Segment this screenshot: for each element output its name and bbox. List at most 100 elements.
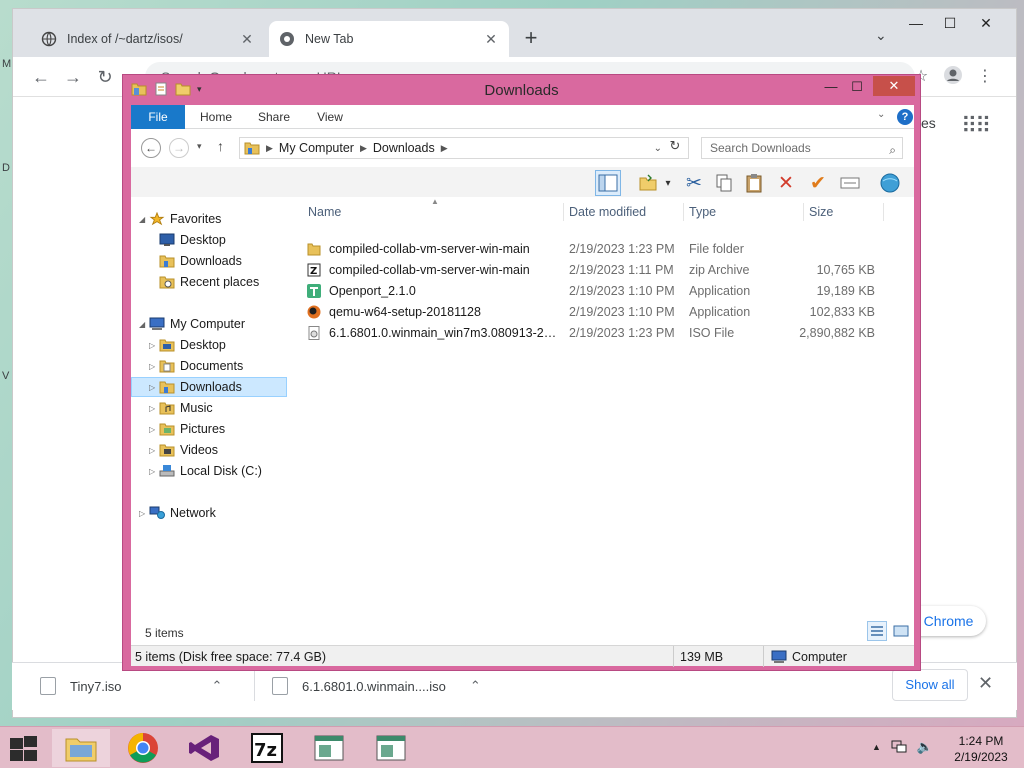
tab-view[interactable]: View xyxy=(307,105,353,129)
collapsed-triangle-icon[interactable]: ▷ xyxy=(149,383,159,392)
minimize-icon[interactable]: — xyxy=(821,77,841,97)
taskbar-window-app-icon[interactable] xyxy=(362,729,420,767)
tab-close-icon[interactable]: ✕ xyxy=(483,31,499,48)
tree-item-pictures[interactable]: ▷ Pictures xyxy=(149,419,305,439)
tab-home[interactable]: Home xyxy=(191,105,241,129)
file-row[interactable]: compiled-collab-vm-server-win-main 2/19/… xyxy=(301,239,901,260)
back-arrow-icon[interactable]: ← xyxy=(29,65,53,89)
tab-new-tab[interactable]: New Tab ✕ xyxy=(269,21,509,57)
breadcrumb-separator-icon[interactable]: ▶ xyxy=(441,143,448,154)
column-divider[interactable] xyxy=(563,203,564,221)
expanded-triangle-icon[interactable]: ◢ xyxy=(139,215,149,224)
collapsed-triangle-icon[interactable]: ▷ xyxy=(149,341,159,350)
recent-locations-chevron-icon[interactable]: ▾ xyxy=(197,141,202,152)
tab-file[interactable]: File xyxy=(131,105,185,129)
paste-clipboard-icon[interactable] xyxy=(741,170,767,196)
taskbar-clock[interactable]: 1:24 PM 2/19/2023 xyxy=(946,733,1016,765)
tree-item-local-disk[interactable]: ▷ Local Disk (C:) xyxy=(149,461,305,481)
explorer-title-bar[interactable]: ▾ Downloads — ☐ ✕ xyxy=(123,75,920,105)
breadcrumb-separator-icon[interactable]: ▶ xyxy=(266,143,273,154)
tab-close-icon[interactable]: ✕ xyxy=(239,31,255,48)
search-input[interactable]: Search Downloads ⌕ xyxy=(701,137,903,159)
refresh-icon[interactable]: ↻ xyxy=(665,138,685,154)
tab-index-of-isos[interactable]: Index of /~dartz/isos/ ✕ xyxy=(31,21,265,57)
tree-item-downloads-selected[interactable]: ▷ Downloads xyxy=(131,377,287,397)
tree-item-videos[interactable]: ▷ Videos xyxy=(149,440,305,460)
close-icon[interactable]: ✕ xyxy=(969,11,1003,37)
volume-speaker-icon[interactable]: 🔈 xyxy=(917,739,933,756)
collapsed-triangle-icon[interactable]: ▷ xyxy=(149,446,159,455)
collapsed-triangle-icon[interactable]: ▷ xyxy=(149,362,159,371)
collapsed-triangle-icon[interactable]: ▷ xyxy=(149,467,159,476)
file-row[interactable]: Openport_2.1.0 2/19/2023 1:10 PM Applica… xyxy=(301,281,901,302)
apps-grid-icon[interactable]: ⠿⠿ xyxy=(961,113,991,139)
tree-item-desktop[interactable]: ▷ Desktop xyxy=(149,335,305,355)
chevron-down-icon[interactable]: ▾ xyxy=(661,170,675,196)
close-icon[interactable]: ✕ xyxy=(873,76,915,96)
expand-ribbon-chevron-icon[interactable]: ⌄ xyxy=(877,109,885,120)
collapsed-triangle-icon[interactable]: ▷ xyxy=(139,509,149,518)
tree-item-recent-places[interactable]: Recent places xyxy=(149,272,305,292)
column-header-date-modified[interactable]: Date modified xyxy=(569,205,646,223)
column-divider[interactable] xyxy=(803,203,804,221)
tree-item-documents[interactable]: ▷ Documents xyxy=(149,356,305,376)
up-arrow-icon[interactable]: ↑ xyxy=(217,138,224,154)
delete-x-icon[interactable]: ✕ xyxy=(773,170,799,196)
chevron-up-icon[interactable]: ⌃ xyxy=(212,678,223,694)
collapsed-triangle-icon[interactable]: ▷ xyxy=(149,404,159,413)
preview-pane-icon[interactable] xyxy=(595,170,621,196)
globe-network-icon[interactable] xyxy=(877,170,903,196)
column-header-type[interactable]: Type xyxy=(689,205,716,223)
expanded-triangle-icon[interactable]: ◢ xyxy=(139,320,149,329)
tab-share[interactable]: Share xyxy=(249,105,299,129)
column-header-size[interactable]: Size xyxy=(809,205,833,223)
breadcrumb-separator-icon[interactable]: ▶ xyxy=(360,143,367,154)
address-bar[interactable]: ▶ My Computer ▶ Downloads ▶ ⌄ xyxy=(239,137,689,159)
file-row[interactable]: Z compiled-collab-vm-server-win-main 2/1… xyxy=(301,260,901,281)
taskbar-file-explorer-icon[interactable] xyxy=(52,729,110,767)
column-header-name[interactable]: Name xyxy=(308,205,341,223)
details-view-icon[interactable] xyxy=(867,621,887,641)
tree-item-desktop[interactable]: Desktop xyxy=(149,230,305,250)
tree-item-my-computer[interactable]: ◢ My Computer xyxy=(139,314,295,334)
column-divider[interactable] xyxy=(883,203,884,221)
new-tab-plus-icon[interactable]: + xyxy=(517,25,545,53)
tree-item-music[interactable]: ▷ Music xyxy=(149,398,305,418)
cut-scissors-icon[interactable]: ✂ xyxy=(681,170,707,196)
large-icons-view-icon[interactable] xyxy=(891,621,911,641)
windows-start-icon[interactable] xyxy=(8,736,38,762)
rename-checkmark-icon[interactable]: ✔ xyxy=(805,170,831,196)
file-row[interactable]: 6.1.6801.0.winmain_win7m3.080913-2030...… xyxy=(301,323,901,344)
network-status-icon[interactable] xyxy=(891,739,907,756)
profile-avatar-icon[interactable] xyxy=(941,65,965,89)
show-hidden-icons-chevron-icon[interactable]: ▲ xyxy=(872,742,881,756)
select-all-icon[interactable] xyxy=(837,170,863,196)
minimize-icon[interactable]: — xyxy=(899,11,933,37)
reload-icon[interactable]: ↻ xyxy=(93,65,117,89)
file-row[interactable]: qemu-w64-setup-20181128 2/19/2023 1:10 P… xyxy=(301,302,901,323)
chevron-up-icon[interactable]: ⌃ xyxy=(470,678,481,694)
taskbar-window-app-icon[interactable] xyxy=(300,729,358,767)
help-icon[interactable]: ? xyxy=(897,109,913,125)
maximize-icon[interactable]: ☐ xyxy=(933,11,967,37)
back-arrow-icon[interactable]: ← xyxy=(141,138,161,158)
forward-arrow-icon[interactable]: → xyxy=(61,65,85,89)
breadcrumb-my-computer[interactable]: My Computer xyxy=(279,141,354,155)
folder-options-icon[interactable] xyxy=(635,170,661,196)
address-dropdown-chevron-icon[interactable]: ⌄ xyxy=(654,143,662,154)
taskbar-visual-studio-icon[interactable] xyxy=(176,729,234,767)
show-all-button[interactable]: Show all xyxy=(892,669,968,701)
taskbar-chrome-icon[interactable] xyxy=(114,729,172,767)
copy-icon[interactable] xyxy=(711,170,737,196)
tree-item-downloads[interactable]: Downloads xyxy=(149,251,305,271)
chevron-down-icon[interactable]: ⌄ xyxy=(875,27,887,44)
close-icon[interactable]: ✕ xyxy=(978,673,993,694)
tree-item-network[interactable]: ▷ Network xyxy=(139,503,295,523)
kebab-menu-icon[interactable]: ⋮ xyxy=(973,65,997,89)
maximize-icon[interactable]: ☐ xyxy=(847,77,867,97)
column-divider[interactable] xyxy=(683,203,684,221)
collapsed-triangle-icon[interactable]: ▷ xyxy=(149,425,159,434)
taskbar-7zip-icon[interactable]: 7z xyxy=(238,729,296,767)
forward-arrow-icon[interactable]: → xyxy=(169,138,189,158)
breadcrumb-downloads[interactable]: Downloads xyxy=(373,141,435,155)
